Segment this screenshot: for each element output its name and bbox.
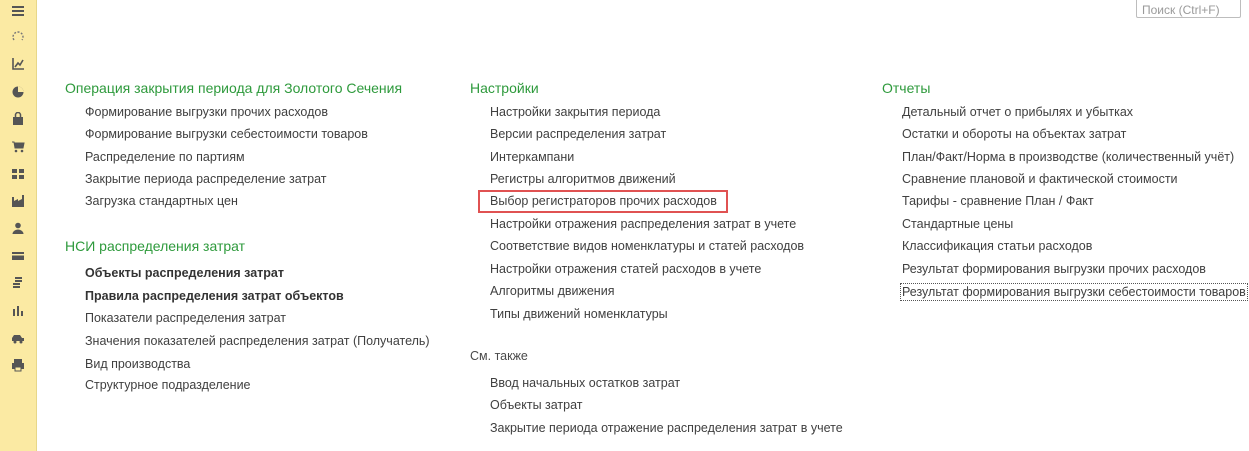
link-nomenclature-expense-mapping[interactable]: Соответствие видов номенклатуры и статей… <box>490 239 804 253</box>
link-report-other-expenses-result[interactable]: Результат формирования выгрузки прочих р… <box>902 262 1206 276</box>
link-load-standard-prices[interactable]: Загрузка стандартных цен <box>85 194 238 208</box>
cart-icon[interactable] <box>0 135 36 157</box>
section-title-see-also: См. также <box>470 349 528 363</box>
section-title-settings: Настройки <box>470 80 539 96</box>
chart-flow-icon[interactable] <box>0 53 36 75</box>
link-nomenclature-movement-types[interactable]: Типы движений номенклатуры <box>490 307 668 321</box>
pie-chart-icon[interactable] <box>0 81 36 103</box>
link-expense-reflection-settings[interactable]: Настройки отражения статей расходов в уч… <box>490 262 761 276</box>
link-cost-objects[interactable]: Объекты затрат <box>490 398 583 412</box>
coins-icon[interactable] <box>0 272 36 294</box>
link-select-registrars[interactable]: Выбор регистраторов прочих расходов <box>490 194 717 208</box>
link-algorithm-registers[interactable]: Регистры алгоритмов движений <box>490 172 676 186</box>
printer-icon[interactable] <box>0 354 36 376</box>
bag-icon[interactable] <box>0 108 36 130</box>
section-title-nsi: НСИ распределения затрат <box>65 238 246 254</box>
link-report-plan-fact-norm[interactable]: План/Факт/Норма в производстве (количест… <box>902 150 1234 164</box>
link-distribution-rules[interactable]: Правила распределения затрат объектов <box>85 289 344 303</box>
grid-icon[interactable] <box>0 163 36 185</box>
section-title-reports: Отчеты <box>882 80 931 96</box>
link-period-close-reflection[interactable]: Закрытие периода отражение распределения… <box>490 421 843 435</box>
link-export-cost-of-goods[interactable]: Формирование выгрузки себестоимости това… <box>85 127 368 141</box>
link-distribution-reflection-settings[interactable]: Настройки отражения распределения затрат… <box>490 217 796 231</box>
section-title-closing: Операция закрытия периода для Золотого С… <box>65 80 403 96</box>
bar-chart-icon[interactable] <box>0 299 36 321</box>
link-batch-distribution[interactable]: Распределение по партиям <box>85 150 245 164</box>
link-report-expense-classification[interactable]: Классификация статьи расходов <box>902 239 1092 253</box>
link-movement-algorithms[interactable]: Алгоритмы движения <box>490 284 614 298</box>
link-distribution-versions[interactable]: Версии распределения затрат <box>490 127 666 141</box>
link-distribution-indicators[interactable]: Показатели распределения затрат <box>85 311 286 325</box>
car-icon[interactable] <box>0 327 36 349</box>
link-production-type[interactable]: Вид производства <box>85 357 190 371</box>
menu-icon[interactable] <box>0 0 36 22</box>
link-export-other-expenses[interactable]: Формирование выгрузки прочих расходов <box>85 105 328 119</box>
left-toolbar <box>0 0 37 451</box>
link-report-cost-of-goods-result[interactable]: Результат формирования выгрузки себестои… <box>900 283 1248 301</box>
link-period-close-distribution[interactable]: Закрытие периода распределение затрат <box>85 172 327 186</box>
link-report-plan-vs-actual-cost[interactable]: Сравнение плановой и фактической стоимос… <box>902 172 1178 186</box>
link-report-cost-object-balances[interactable]: Остатки и обороты на объектах затрат <box>902 127 1126 141</box>
search-input[interactable] <box>1136 0 1241 18</box>
link-report-profit-loss[interactable]: Детальный отчет о прибылях и убытках <box>902 105 1133 119</box>
factory-icon[interactable] <box>0 190 36 212</box>
link-opening-balances[interactable]: Ввод начальных остатков затрат <box>490 376 680 390</box>
link-indicator-values[interactable]: Значения показателей распределения затра… <box>85 334 430 348</box>
link-intercompany[interactable]: Интеркампани <box>490 150 574 164</box>
history-icon[interactable] <box>0 26 36 48</box>
card-icon[interactable] <box>0 245 36 267</box>
link-report-tariffs[interactable]: Тарифы - сравнение План / Факт <box>902 194 1094 208</box>
link-structural-unit[interactable]: Структурное подразделение <box>85 378 251 392</box>
link-distribution-objects[interactable]: Объекты распределения затрат <box>85 266 284 280</box>
link-period-close-settings[interactable]: Настройки закрытия периода <box>490 105 660 119</box>
app-window: Операция закрытия периода для Золотого С… <box>0 0 1249 451</box>
person-icon[interactable] <box>0 217 36 239</box>
link-report-standard-prices[interactable]: Стандартные цены <box>902 217 1013 231</box>
